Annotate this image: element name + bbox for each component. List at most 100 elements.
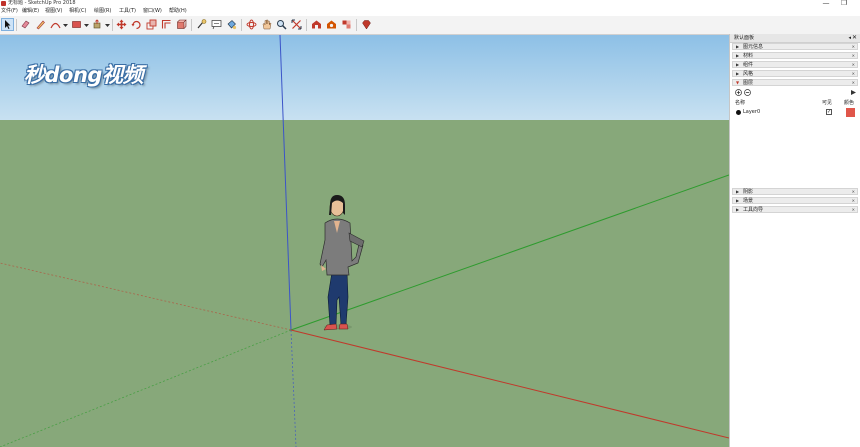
chevron-down-icon[interactable] [84,23,89,28]
triangle-right-icon: ▶ [736,207,740,212]
close-icon[interactable]: ✕ [852,34,857,42]
window-title: 无标题 - SketchUp Pro 2018 [8,0,76,6]
close-icon[interactable]: ✕ [852,207,855,213]
component-icon [342,20,351,29]
close-icon[interactable]: ✕ [852,189,855,195]
ruby-console-button[interactable] [360,18,373,31]
chevron-down-icon[interactable] [63,23,68,28]
toolbar-separator [191,19,192,31]
default-tray: 默认面板 ◂ ✕ ▶ 图元信息 ✕ ▶ 材料 ✕ ▶ 组件 ✕ ▶ 风格 ✕ ▼… [729,34,860,447]
arrow-cursor-icon [5,20,11,29]
section-components[interactable]: ▶ 组件 ✕ [732,61,858,68]
box-icon [177,19,187,29]
orbit-icon [246,19,257,30]
close-icon[interactable]: ✕ [852,71,855,77]
tape-measure-tool-button[interactable] [195,18,208,31]
ruby-icon [362,20,371,30]
section-entity-info[interactable]: ▶ 图元信息 ✕ [732,43,858,50]
push-pull-icon [93,19,101,29]
toolbar-separator [306,19,307,31]
layer-color-swatch[interactable] [846,108,855,117]
add-layer-button[interactable] [735,89,742,96]
move-arrows-icon [116,19,127,30]
close-icon[interactable]: ✕ [852,44,855,50]
menu-tools[interactable]: 工具(T) [119,7,136,16]
layer-details-button[interactable] [850,89,857,96]
eraser-icon [21,20,30,29]
menu-edit[interactable]: 编辑(E) [22,7,39,16]
close-icon[interactable]: ✕ [852,80,855,86]
hand-icon [262,19,272,30]
pin-icon[interactable]: ◂ [848,34,851,42]
scale-icon [146,19,157,30]
section-shadows[interactable]: ▶ 阴影 ✕ [732,188,858,195]
tape-measure-icon [197,19,207,29]
triangle-right-icon: ▶ [736,44,740,49]
close-icon[interactable]: ✕ [852,53,855,59]
section-scenes[interactable]: ▶ 场景 ✕ [732,197,858,204]
watermark-logo: 秒dong视频 [24,63,143,87]
section-materials[interactable]: ▶ 材料 ✕ [732,52,858,59]
toolbar-separator [112,19,113,31]
restore-button[interactable]: ❐ [838,0,850,7]
sketchup-app-icon [1,1,6,6]
toolbar [0,16,860,35]
chevron-down-icon[interactable] [105,23,110,28]
add-layer-icon [735,89,742,96]
delete-layer-button[interactable] [744,89,751,96]
orbit-tool-button[interactable] [245,18,258,31]
pan-tool-button[interactable] [260,18,273,31]
rotate-tool-button[interactable] [130,18,143,31]
shape-tool-button[interactable] [70,18,83,31]
minimize-button[interactable]: — [820,0,832,7]
component-warehouse-button[interactable] [340,18,353,31]
menu-draw[interactable]: 绘图(R) [94,7,111,16]
triangle-right-icon: ▶ [736,189,740,194]
warehouse-icon [312,20,321,29]
tray-title: 默认面板 [734,35,755,41]
column-color-header: 颜色 [844,100,855,106]
menu-view[interactable]: 视图(V) [45,7,62,16]
select-tool-button[interactable] [1,18,14,31]
line-tool-button[interactable] [34,18,47,31]
menu-window[interactable]: 窗口(W) [143,7,162,16]
move-tool-button[interactable] [115,18,128,31]
arc-tool-button[interactable] [49,18,62,31]
column-visible-header: 可见 [822,100,833,106]
close-icon[interactable]: ✕ [852,62,855,68]
model-viewport[interactable]: 秒dong视频 [0,35,729,447]
eraser-tool-button[interactable] [19,18,32,31]
3d-warehouse-button[interactable] [310,18,323,31]
close-icon[interactable]: ✕ [852,198,855,204]
active-layer-radio[interactable] [736,110,741,115]
offset-tool-button[interactable] [160,18,173,31]
section-instructor[interactable]: ▶ 工具向导 ✕ [732,206,858,213]
zoom-extents-tool-button[interactable] [290,18,303,31]
outer-shell-tool-button[interactable] [175,18,188,31]
layer-name: Layer0 [743,109,761,115]
extension-warehouse-button[interactable] [325,18,338,31]
paint-bucket-tool-button[interactable] [225,18,238,31]
scene-canvas[interactable] [0,35,729,447]
remove-layer-icon [744,89,751,96]
text-tool-button[interactable] [210,18,223,31]
layer-row[interactable]: Layer0 ✓ [732,108,858,117]
scale-tool-button[interactable] [145,18,158,31]
menu-camera[interactable]: 相机(C) [69,7,86,16]
extension-icon [327,20,336,29]
section-styles[interactable]: ▶ 风格 ✕ [732,70,858,77]
zoom-extents-icon [291,19,302,30]
tray-header: 默认面板 ◂ ✕ [730,34,860,43]
zoom-tool-button[interactable] [275,18,288,31]
menu-bar: 文件(F) 编辑(E) 视图(V) 相机(C) 绘图(R) 工具(T) 窗口(W… [0,7,860,16]
layer-visible-checkbox[interactable]: ✓ [826,109,832,115]
triangle-right-icon: ▶ [736,53,740,58]
pushpull-tool-button[interactable] [91,18,104,31]
offset-icon [161,19,171,29]
section-layers[interactable]: ▼ 图层 ✕ [732,79,858,86]
rectangle-icon [72,21,81,28]
menu-help[interactable]: 帮助(H) [169,7,187,16]
toolbar-separator [241,19,242,31]
menu-file[interactable]: 文件(F) [1,7,18,16]
triangle-down-icon: ▼ [736,80,740,85]
